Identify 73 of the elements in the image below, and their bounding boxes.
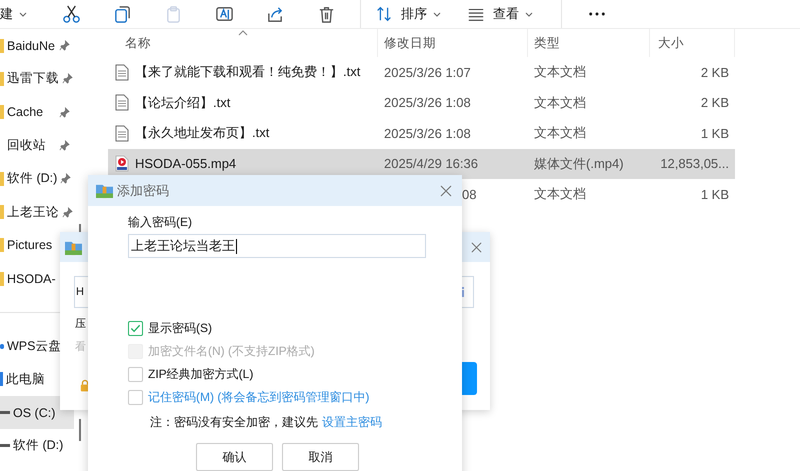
sidebar-item[interactable]: BaiduNe — [0, 29, 74, 62]
sidebar-item[interactable]: 软件 (D:) — [0, 429, 74, 463]
checkbox[interactable] — [128, 367, 143, 382]
sidebar-item[interactable]: OS (C:) — [0, 396, 74, 430]
checkbox-label[interactable]: ZIP经典加密方式(L) — [148, 366, 254, 383]
column-header[interactable]: 名称 — [108, 29, 378, 57]
type-cell: 文本文档 — [534, 124, 586, 142]
size-cell: 2 KB — [700, 95, 729, 110]
confirm-button[interactable]: 确认 — [196, 443, 273, 471]
type-cell: 媒体文件(.mp4) — [534, 154, 624, 173]
field-label: 输入密码(E) — [128, 214, 192, 231]
trash-icon[interactable] — [317, 4, 336, 24]
date-cell: 2025/3/26 1:07 — [384, 64, 471, 80]
scissors-icon[interactable] — [62, 4, 81, 24]
caret-icon — [525, 12, 533, 16]
dialog-title: 添加密码 — [117, 182, 169, 200]
size-cell: 1 KB — [700, 126, 729, 141]
checkbox[interactable] — [128, 390, 143, 405]
caret-icon — [433, 12, 441, 16]
file-row[interactable]: 【永久地址发布页】.txt 2025/3/26 1:08 文本文档 1 KB — [108, 118, 735, 148]
lock-icon — [80, 379, 90, 392]
type-cell: 文本文档 — [534, 185, 586, 204]
sidebar-item[interactable]: WPS云盘 — [0, 329, 74, 363]
sidebar-item[interactable]: 软件 (D:) — [0, 162, 74, 196]
sidebar-item[interactable]: HSODA- — [0, 262, 74, 296]
file-row[interactable]: 【论坛介绍】.txt 2025/3/26 1:08 文本文档 2 KB — [108, 88, 735, 118]
column-header[interactable]: 修改日期 — [378, 29, 528, 57]
sidebar-item[interactable]: Cache — [0, 96, 74, 129]
file-name: 【来了就能下载和观看！纯免费！】.txt — [135, 63, 360, 82]
more-icon[interactable] — [588, 12, 606, 16]
date-cell: 2025/3/26 1:08 — [384, 95, 471, 110]
sidebar-item[interactable]: 上老王论 — [0, 195, 74, 229]
date-cell: 08 — [462, 186, 476, 202]
type-cell: 文本文档 — [534, 63, 586, 82]
file-name: 【永久地址发布页】.txt — [135, 124, 270, 142]
column-header[interactable]: 大小 — [650, 29, 735, 57]
sidebar-item[interactable]: 迅雷下载 — [0, 62, 74, 96]
cancel-button[interactable]: 取消 — [282, 443, 359, 471]
sidebar-item[interactable]: Pictures — [0, 228, 74, 262]
close-icon[interactable] — [471, 242, 482, 252]
text-file-icon — [115, 124, 129, 142]
file-name: 【论坛介绍】.txt — [135, 94, 230, 112]
size-cell: 12,853,05... — [660, 156, 729, 172]
video-file-icon — [115, 155, 129, 172]
archive-icon — [95, 182, 114, 199]
text-file-icon — [115, 94, 129, 112]
option-label: 压 — [75, 317, 87, 331]
sort-button[interactable]: 排序 — [375, 5, 445, 23]
option-label: 看 — [75, 340, 87, 354]
size-cell: 1 KB — [700, 186, 729, 202]
type-cell: 文本文档 — [534, 94, 586, 112]
note-text: 注：密码没有安全加密，建议先 — [150, 414, 318, 431]
sort-icon — [375, 5, 393, 23]
date-cell: 2025/3/26 1:08 — [384, 126, 471, 141]
sidebar-item[interactable]: 此电脑 — [0, 362, 74, 396]
column-header[interactable]: 类型 — [528, 29, 650, 57]
date-cell: 2025/4/29 16:36 — [384, 156, 478, 172]
caret-icon — [19, 12, 27, 16]
checkbox-label[interactable]: 显示密码(S) — [148, 320, 212, 337]
share-icon[interactable] — [266, 4, 285, 24]
checkbox[interactable] — [128, 321, 143, 336]
password-field[interactable]: 上老王论坛当老王 — [128, 234, 426, 258]
text-file-icon — [115, 64, 129, 81]
size-cell: 2 KB — [700, 64, 729, 80]
view-button[interactable]: 查看 — [467, 5, 537, 23]
sidebar-item[interactable]: 回收站 — [0, 128, 74, 162]
close-icon[interactable] — [440, 184, 452, 196]
file-name: HSODA-055.mp4 — [135, 156, 236, 172]
rename-icon[interactable] — [215, 4, 234, 24]
copy-icon[interactable] — [113, 4, 132, 24]
file-row[interactable]: HSODA-055.mp4 2025/4/29 16:36 媒体文件(.mp4) 12,853,05... — [108, 148, 735, 179]
file-row[interactable]: 【来了就能下载和观看！纯免费！】.txt 2025/3/26 1:07 文本文档 2 KB — [108, 57, 735, 88]
new-button[interactable]: 建 — [0, 5, 54, 23]
